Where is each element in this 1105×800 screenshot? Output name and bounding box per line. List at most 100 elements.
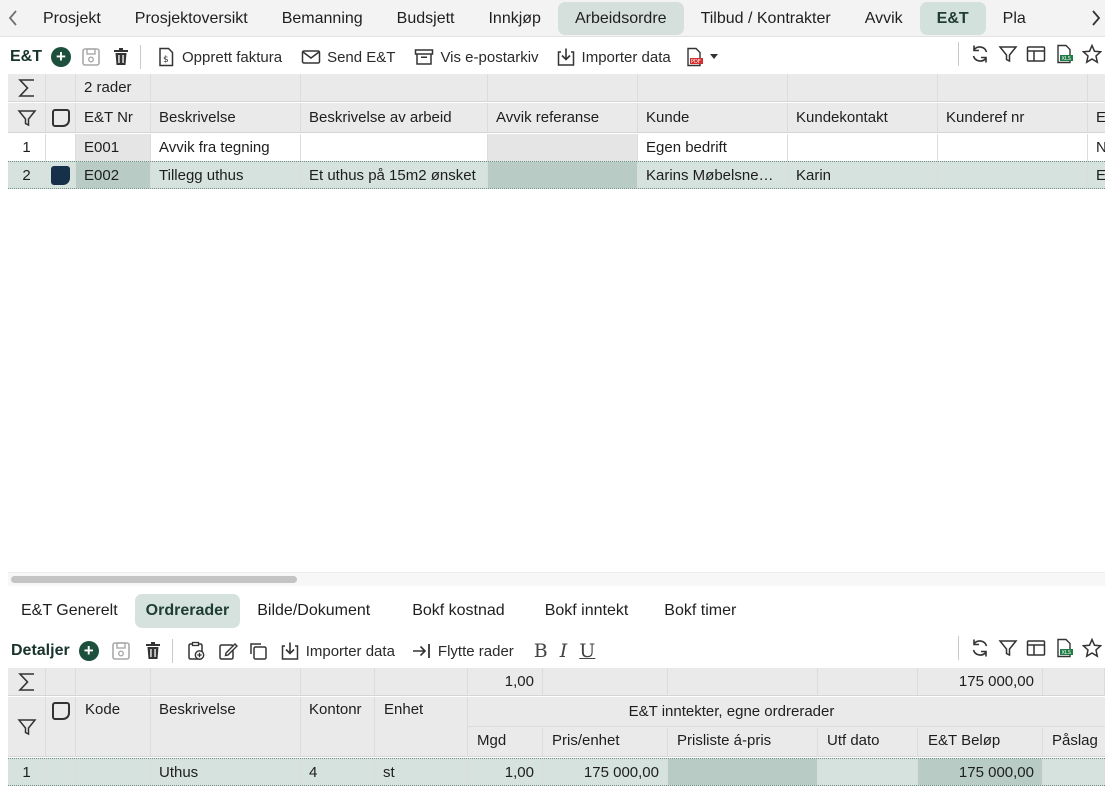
ref-cell[interactable] <box>938 134 1088 161</box>
filter-icon[interactable] <box>997 43 1019 65</box>
send-et-button[interactable]: Send E&T <box>294 42 401 72</box>
tab-tilbud-kontrakter[interactable]: Tilbud / Kontrakter <box>684 2 848 35</box>
beskrivelse-cell[interactable]: Uthus <box>151 759 301 785</box>
col-paslag[interactable]: Påslag <box>1043 728 1105 757</box>
avvik-cell[interactable] <box>488 162 638 188</box>
tabs-scroll-right-icon[interactable] <box>1087 0 1105 37</box>
tab-bilde-dokument[interactable]: Bilde/Dokument <box>246 594 381 628</box>
et-nr-cell[interactable]: E002 <box>76 162 151 188</box>
tab-bemanning[interactable]: Bemanning <box>265 2 380 35</box>
column-filter-icon[interactable] <box>8 697 46 757</box>
column-layout-icon[interactable] <box>1025 637 1047 659</box>
col-prisliste-a-pris[interactable]: Prisliste á-pris <box>668 728 818 757</box>
filter-icon[interactable] <box>997 637 1019 659</box>
utf-dato-cell[interactable] <box>818 759 918 785</box>
sum-icon[interactable] <box>8 668 46 695</box>
col-kontonr[interactable]: Kontonr <box>301 697 375 757</box>
sum-icon[interactable] <box>8 74 46 101</box>
delete-icon[interactable] <box>142 640 164 662</box>
email-archive-button[interactable]: Vis e-postarkiv <box>407 42 544 72</box>
arbeid-cell[interactable]: Et uthus på 15m2 ønsket <box>301 162 488 188</box>
import-data-button[interactable]: Importer data <box>549 42 677 72</box>
tab-prosjektoversikt[interactable]: Prosjektoversikt <box>118 2 265 35</box>
col-kunderef-nr[interactable]: Kunderef nr <box>938 103 1088 132</box>
tab-bokf-kostnad[interactable]: Bokf kostnad <box>401 594 516 628</box>
col-beskrivelse[interactable]: Beskrivelse <box>151 697 301 757</box>
tab-ordrerader[interactable]: Ordrerader <box>134 594 241 628</box>
beskrivelse-cell[interactable]: Avvik fra tegning <box>151 134 301 161</box>
note-column-icon[interactable] <box>46 103 76 132</box>
excel-export-icon[interactable]: XLS <box>1053 43 1075 65</box>
table-row[interactable]: 1 E001 Avvik fra tegning Egen bedrift N <box>8 134 1105 162</box>
tab-bokf-inntekt[interactable]: Bokf inntekt <box>534 594 640 628</box>
col-pris-enhet[interactable]: Pris/enhet <box>543 728 668 757</box>
extra-cell[interactable]: N <box>1088 134 1105 161</box>
tab-avvik[interactable]: Avvik <box>848 2 920 35</box>
kode-cell[interactable] <box>76 759 151 785</box>
arbeid-cell[interactable] <box>301 134 488 161</box>
mgd-cell[interactable]: 1,00 <box>468 759 543 785</box>
italic-button[interactable]: I <box>554 636 574 666</box>
pris-cell[interactable]: 175 000,00 <box>543 759 668 785</box>
col-kode[interactable]: Kode <box>76 697 151 757</box>
copy-icon[interactable] <box>247 640 269 662</box>
kontakt-cell[interactable] <box>788 134 938 161</box>
column-layout-icon[interactable] <box>1025 43 1047 65</box>
enhet-cell[interactable]: st <box>375 759 468 785</box>
col-beskrivelse-av-arbeid[interactable]: Beskrivelse av arbeid <box>301 103 488 132</box>
excel-export-icon[interactable]: XLS <box>1053 637 1075 659</box>
tab-et[interactable]: E&T <box>919 1 986 35</box>
delete-icon[interactable] <box>110 46 132 68</box>
col-mgd[interactable]: Mgd <box>468 728 543 757</box>
kontonr-cell[interactable]: 4 <box>301 759 375 785</box>
star-icon[interactable] <box>1081 43 1103 65</box>
tab-bokf-timer[interactable]: Bokf timer <box>653 594 747 628</box>
col-kunde[interactable]: Kunde <box>638 103 788 132</box>
refresh-icon[interactable] <box>969 637 991 659</box>
col-utf-dato[interactable]: Utf dato <box>818 728 918 757</box>
prisliste-cell[interactable] <box>668 759 818 785</box>
avvik-cell[interactable] <box>488 134 638 161</box>
col-enhet[interactable]: Enhet <box>375 697 468 757</box>
tab-et-generelt[interactable]: E&T Generelt <box>10 594 129 628</box>
order-line-row-selected[interactable]: 1 Uthus 4 st 1,00 175 000,00 175 000,00 <box>8 758 1105 786</box>
refresh-icon[interactable] <box>969 43 991 65</box>
column-filter-icon[interactable] <box>8 103 46 132</box>
kunde-cell[interactable]: Egen bedrift <box>638 134 788 161</box>
save-icon[interactable] <box>80 46 102 68</box>
col-et-nr[interactable]: E&T Nr <box>76 103 151 132</box>
note-column-icon[interactable] <box>46 697 76 757</box>
star-icon[interactable] <box>1081 637 1103 659</box>
kunde-cell[interactable]: Karins Møbelsnekkeri <box>638 162 788 188</box>
add-icon[interactable]: + <box>78 640 100 662</box>
note-filled-icon[interactable] <box>46 162 76 188</box>
detail-import-data-button[interactable]: Importer data <box>273 636 401 666</box>
underline-button[interactable]: U <box>573 636 601 666</box>
col-extra[interactable]: E <box>1088 103 1105 132</box>
add-icon[interactable]: + <box>50 46 72 68</box>
col-et-belop[interactable]: E&T Beløp <box>918 728 1043 757</box>
note-cell[interactable] <box>46 759 76 785</box>
tabs-scroll-left-icon[interactable] <box>0 0 26 37</box>
pdf-export-dropdown[interactable]: PDF <box>677 42 724 72</box>
tab-prosjekt[interactable]: Prosjekt <box>26 2 118 35</box>
tab-innkjop[interactable]: Innkjøp <box>471 2 557 35</box>
tab-budsjett[interactable]: Budsjett <box>380 2 472 35</box>
tab-pla[interactable]: Pla <box>986 2 1026 35</box>
edit-icon[interactable] <box>217 640 239 662</box>
col-kundekontakt[interactable]: Kundekontakt <box>788 103 938 132</box>
col-avvik-referanse[interactable]: Avvik referanse <box>488 103 638 132</box>
create-invoice-button[interactable]: $ Opprett faktura <box>149 42 288 72</box>
et-nr-cell[interactable]: E001 <box>76 134 151 161</box>
kontakt-cell[interactable]: Karin <box>788 162 938 188</box>
horizontal-scrollbar-thumb[interactable] <box>11 576 297 583</box>
table-row-selected[interactable]: 2 E002 Tillegg uthus Et uthus på 15m2 øn… <box>8 161 1105 189</box>
paslag-cell[interactable] <box>1043 759 1105 785</box>
ref-cell[interactable] <box>938 162 1088 188</box>
move-rows-button[interactable]: Flytte rader <box>405 636 520 666</box>
tab-arbeidsordre[interactable]: Arbeidsordre <box>557 1 684 35</box>
extra-cell[interactable]: E <box>1088 162 1105 188</box>
belop-cell[interactable]: 175 000,00 <box>918 759 1043 785</box>
save-icon[interactable] <box>110 640 132 662</box>
note-cell[interactable] <box>46 134 76 161</box>
